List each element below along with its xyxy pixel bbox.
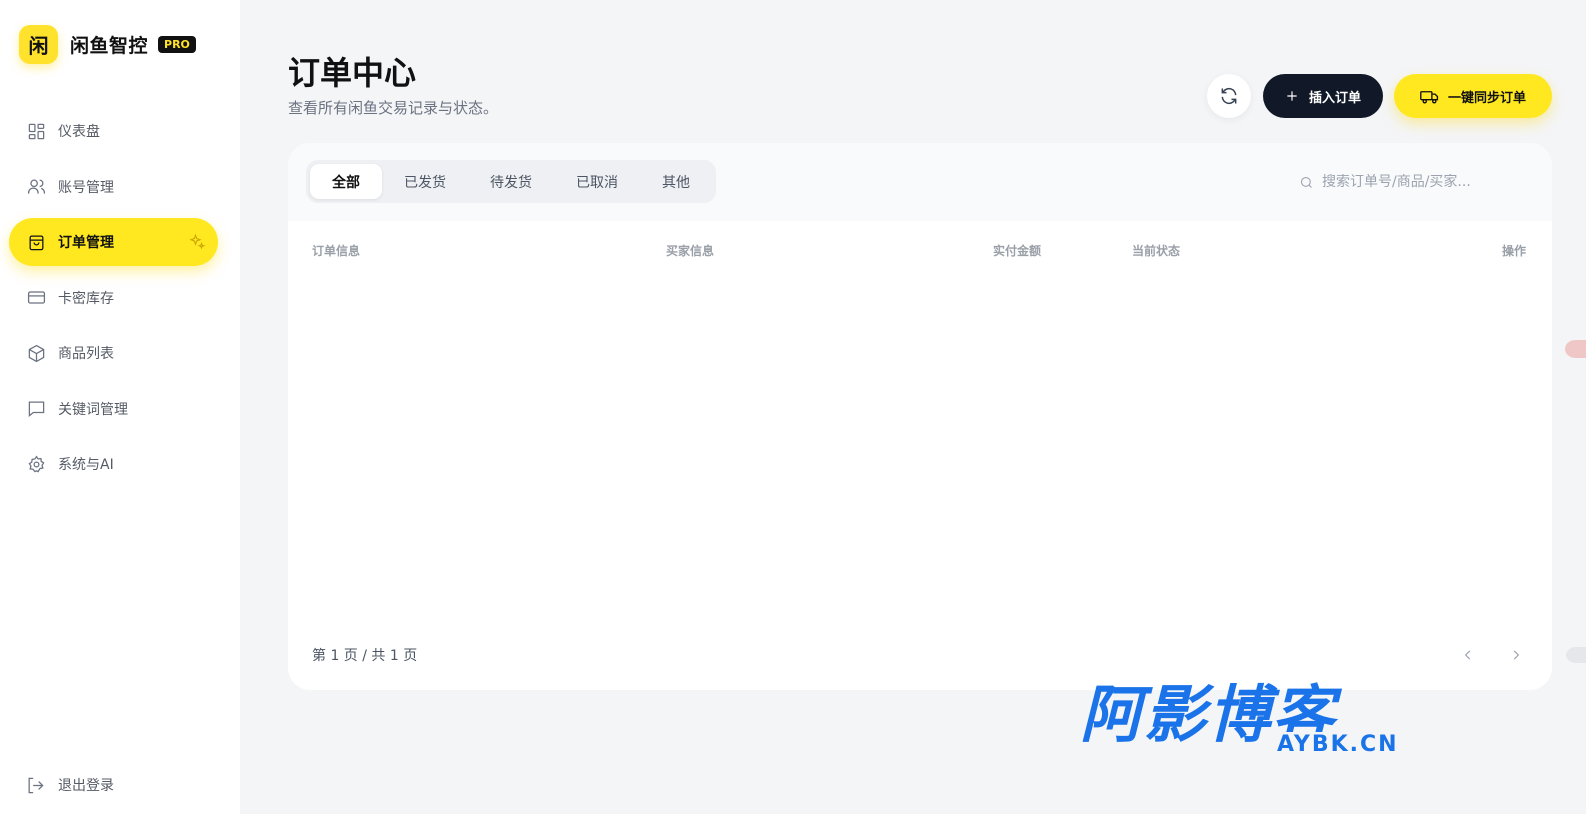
logout-label: 退出登录 xyxy=(58,778,114,794)
column-actions: 操作 xyxy=(1502,244,1527,258)
table-header: 订单信息 买家信息 实付金额 当前状态 操作 xyxy=(288,221,1552,279)
search-box xyxy=(1285,161,1531,203)
sync-orders-label: 一键同步订单 xyxy=(1447,90,1526,106)
column-paid-amount: 实付金额 xyxy=(993,244,1042,258)
truck-icon xyxy=(1420,90,1439,104)
floating-widget-handle-secondary[interactable] xyxy=(1566,647,1586,663)
next-page-button[interactable] xyxy=(1501,640,1531,670)
sidebar-item-label: 仪表盘 xyxy=(58,124,100,140)
search-input[interactable] xyxy=(1322,174,1522,190)
column-buyer-info: 买家信息 xyxy=(666,244,715,258)
sidebar-item-label: 订单管理 xyxy=(58,235,114,251)
status-tabs: 全部 已发货 待发货 已取消 其他 xyxy=(306,160,716,203)
sidebar-item-keywords[interactable]: 关键词管理 xyxy=(9,385,218,433)
card-icon xyxy=(26,288,46,308)
plus-icon xyxy=(1287,91,1297,101)
insert-order-button[interactable]: 插入订单 xyxy=(1263,74,1383,118)
tab-shipped[interactable]: 已发货 xyxy=(382,164,468,199)
shopping-bag-icon xyxy=(26,232,46,252)
sidebar-item-label: 账号管理 xyxy=(58,179,114,196)
sync-orders-button[interactable]: 一键同步订单 xyxy=(1394,74,1552,118)
dashboard-icon xyxy=(26,121,46,141)
brand-name: 闲鱼智控 xyxy=(70,35,149,57)
sparkle-icon xyxy=(188,233,206,251)
tab-all[interactable]: 全部 xyxy=(310,164,382,199)
chevron-right-icon xyxy=(1513,650,1520,660)
insert-order-label: 插入订单 xyxy=(1308,90,1361,106)
column-order-info: 订单信息 xyxy=(312,244,361,258)
page-title: 订单中心 xyxy=(288,54,417,92)
pro-badge: PRO xyxy=(158,36,196,53)
sidebar-item-system-ai[interactable]: 系统与AI xyxy=(9,440,218,488)
search-icon xyxy=(1300,176,1312,188)
sidebar-nav: 仪表盘 账号管理 订单管理 卡密库存 商品列表 关键词管理 系统与AI xyxy=(9,107,218,496)
pagination-info: 第 1 页 / 共 1 页 xyxy=(312,648,418,664)
tab-other[interactable]: 其他 xyxy=(640,164,712,199)
tab-cancelled[interactable]: 已取消 xyxy=(554,164,640,199)
gear-icon xyxy=(26,454,46,474)
prev-page-button[interactable] xyxy=(1453,640,1483,670)
watermark-domain: AYBK.CN xyxy=(1275,732,1401,757)
chevron-left-icon xyxy=(1464,650,1471,660)
users-icon xyxy=(26,177,46,197)
box-icon xyxy=(26,343,46,363)
message-icon xyxy=(26,399,46,419)
sidebar-item-orders[interactable]: 订单管理 xyxy=(9,218,218,266)
orders-card: 全部 已发货 待发货 已取消 其他 订单信息 买家信息 实付金额 当前状态 操作… xyxy=(288,143,1552,690)
sidebar-item-label: 卡密库存 xyxy=(58,290,114,307)
sidebar-item-card-inventory[interactable]: 卡密库存 xyxy=(9,274,218,322)
brand-logo: 闲 xyxy=(19,25,58,64)
refresh-button[interactable] xyxy=(1207,74,1251,118)
refresh-icon xyxy=(1221,87,1237,105)
brand[interactable]: 闲 闲鱼智控 PRO xyxy=(19,25,196,64)
watermark: 阿影博客 AYBK.CN xyxy=(1080,680,1420,760)
sidebar-item-label: 关键词管理 xyxy=(58,401,128,418)
logout-button[interactable]: 退出登录 xyxy=(26,775,114,795)
sidebar-item-products[interactable]: 商品列表 xyxy=(9,329,218,377)
sidebar: 闲 闲鱼智控 PRO 仪表盘 账号管理 订单管理 卡密库存 商品列表 关键词管理… xyxy=(0,0,240,814)
floating-widget-handle[interactable] xyxy=(1565,340,1586,358)
logout-icon xyxy=(26,775,46,795)
sidebar-item-label: 系统与AI xyxy=(58,457,114,473)
tab-pending-shipment[interactable]: 待发货 xyxy=(468,164,554,199)
sidebar-item-label: 商品列表 xyxy=(58,346,114,362)
app-root: 闲 闲鱼智控 PRO 仪表盘 账号管理 订单管理 卡密库存 商品列表 关键词管理… xyxy=(0,0,1586,814)
sidebar-item-dashboard[interactable]: 仪表盘 xyxy=(9,107,218,155)
card-toolbar: 全部 已发货 待发货 已取消 其他 xyxy=(288,143,1552,221)
column-current-status: 当前状态 xyxy=(1132,244,1181,258)
sidebar-item-accounts[interactable]: 账号管理 xyxy=(9,163,218,211)
page-subtitle: 查看所有闲鱼交易记录与状态。 xyxy=(288,99,499,117)
